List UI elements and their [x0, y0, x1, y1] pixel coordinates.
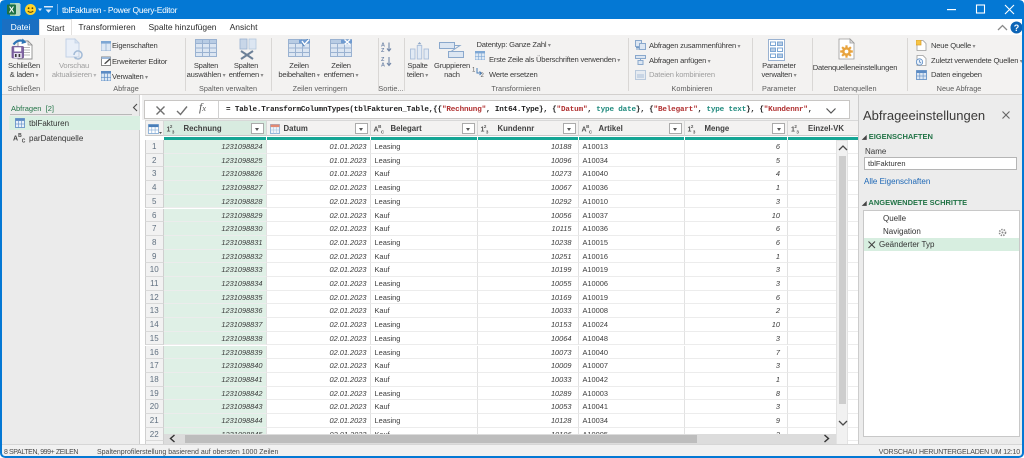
svg-text:X: X: [9, 6, 15, 15]
svg-text:2: 2: [481, 73, 485, 77]
svg-text:A: A: [381, 63, 385, 69]
svg-text:Z: Z: [381, 48, 385, 54]
svg-text:1: 1: [472, 68, 476, 74]
svg-text:?: ?: [1014, 23, 1020, 33]
